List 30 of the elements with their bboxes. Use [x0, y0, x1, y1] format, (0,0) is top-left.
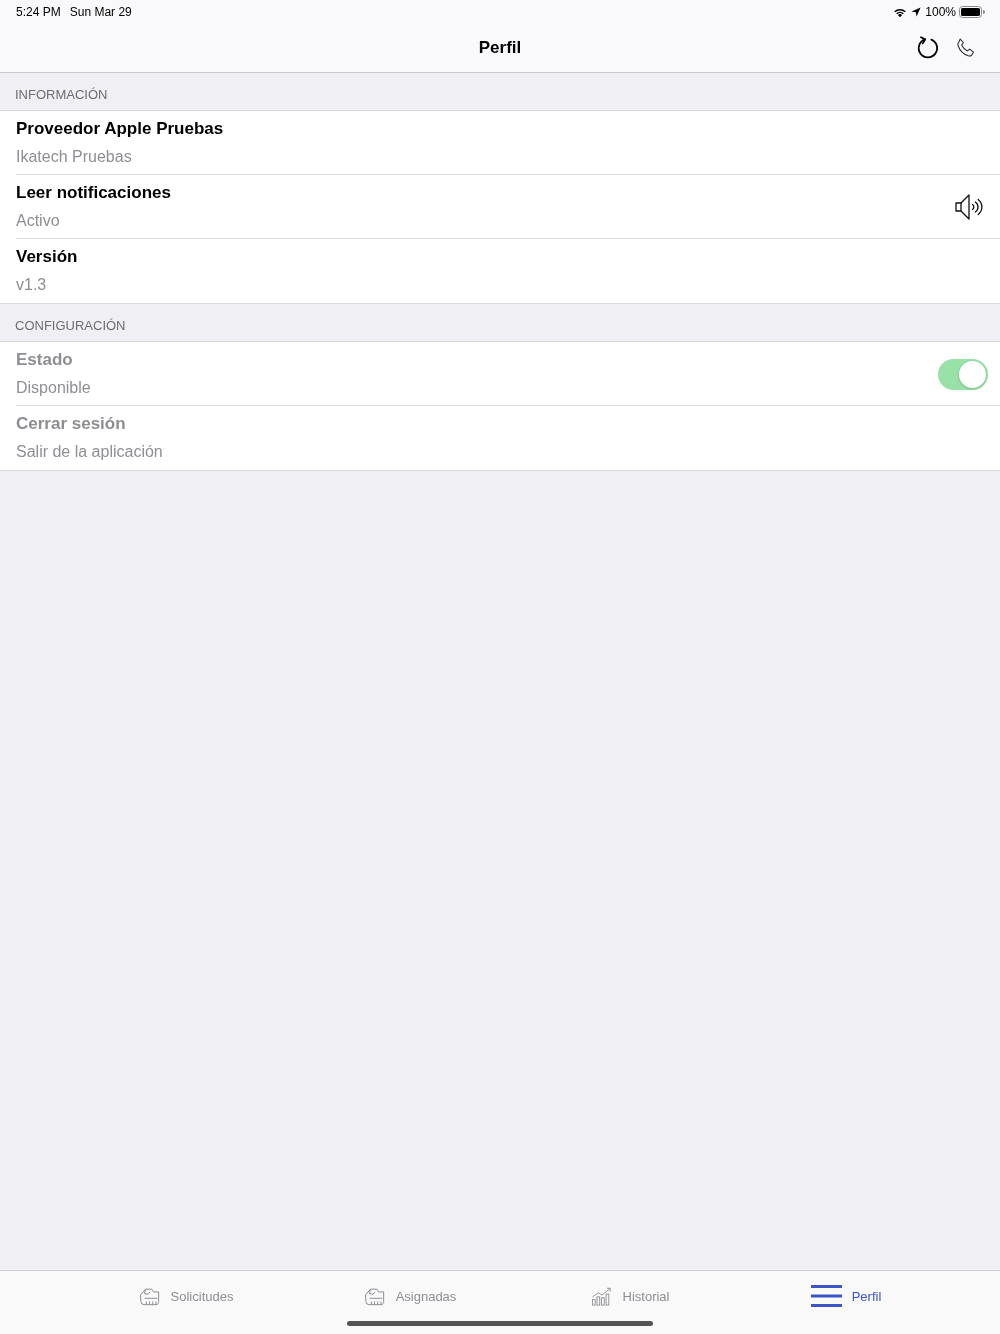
bar-chart-icon [590, 1286, 613, 1306]
tab-item[interactable]: Perfil [810, 1284, 882, 1308]
row-title: Estado [16, 349, 73, 371]
wifi-icon [893, 6, 908, 18]
row-title: Proveedor Apple Pruebas [16, 118, 224, 140]
row-subtitle: Ikatech Pruebas [16, 147, 132, 167]
row-title: Cerrar sesión [16, 413, 126, 435]
status-time: 5:24 PM [16, 5, 61, 19]
battery-icon [959, 6, 985, 18]
tab-item[interactable]: Solicitudes [138, 1284, 234, 1308]
row-subtitle: Salir de la aplicación [16, 442, 163, 462]
status-date: Sun Mar 29 [69, 5, 132, 19]
refresh-icon[interactable] [916, 36, 940, 60]
row-title: Leer notificaciones [16, 182, 171, 204]
section-header: INFORMACIÓN [15, 87, 108, 103]
nav-title: Perfil [478, 38, 522, 58]
tab-item[interactable]: Historial [590, 1284, 670, 1308]
phone-icon[interactable] [956, 38, 976, 58]
row-title: Versión [16, 246, 78, 268]
row-subtitle: v1.3 [16, 275, 47, 295]
row-subtitle: Disponible [16, 378, 91, 398]
location-arrow-icon [911, 7, 922, 17]
hand-icon [363, 1286, 386, 1306]
battery-percent: 100% [925, 5, 956, 19]
speaker-icon[interactable] [954, 192, 984, 222]
tab-item[interactable]: Asignadas [363, 1284, 457, 1308]
hand-icon [138, 1286, 161, 1306]
section-header: CONFIGURACIÓN [15, 318, 126, 334]
row-subtitle: Activo [16, 211, 60, 231]
menu-icon [810, 1285, 842, 1307]
